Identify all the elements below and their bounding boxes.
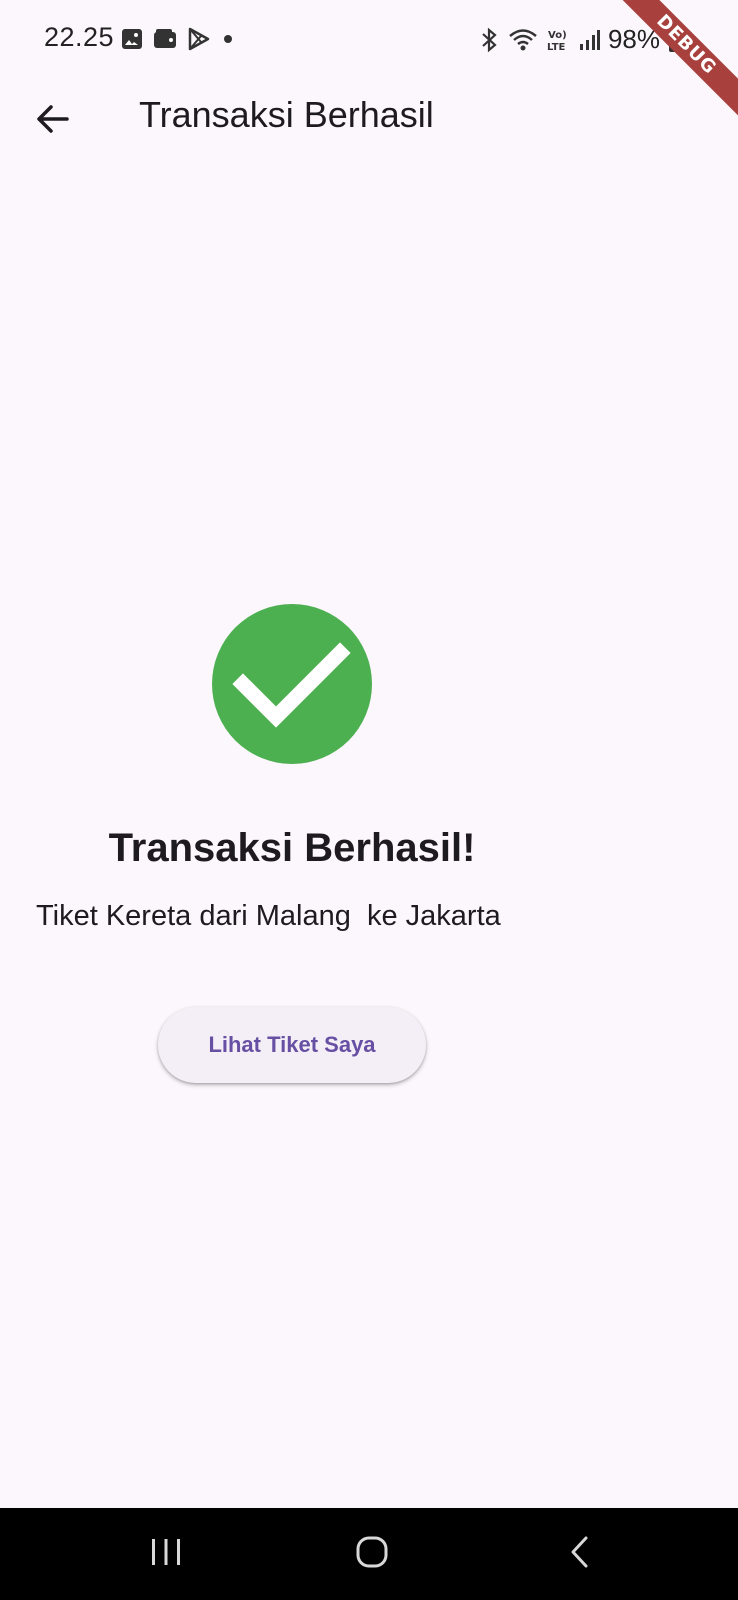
app-bar: Transaksi Berhasil xyxy=(0,80,738,154)
status-left-icons xyxy=(120,26,236,52)
arrow-back-icon xyxy=(35,101,71,142)
recents-button[interactable] xyxy=(106,1508,226,1600)
volte-icon: Vo) LTE xyxy=(546,27,570,53)
home-icon xyxy=(355,1535,389,1574)
wallet-icon xyxy=(152,27,178,51)
svg-text:LTE: LTE xyxy=(547,42,566,53)
back-icon xyxy=(568,1535,592,1574)
recents-icon xyxy=(149,1537,183,1572)
system-back-button[interactable] xyxy=(520,1508,640,1600)
home-button[interactable] xyxy=(312,1508,432,1600)
signal-icon xyxy=(578,28,600,52)
success-title: Transaksi Berhasil! xyxy=(108,826,476,870)
screen: 22.25 Vo) LTE 98% DEBUG Transaksi Berhas… xyxy=(0,0,738,1600)
check-circle-icon xyxy=(212,604,372,764)
page-title: Transaksi Berhasil xyxy=(139,94,434,135)
navigation-bar xyxy=(0,1508,738,1600)
view-ticket-button-label: Lihat Tiket Saya xyxy=(208,1032,376,1057)
gallery-icon xyxy=(120,27,144,51)
play-store-icon xyxy=(186,26,212,52)
wifi-icon xyxy=(508,27,538,53)
bluetooth-icon xyxy=(478,27,500,53)
dot-icon xyxy=(220,27,236,51)
svg-text:Vo): Vo) xyxy=(548,30,567,41)
status-bar: 22.25 Vo) LTE 98% xyxy=(0,0,738,80)
success-subtitle: Tiket Kereta dari Malang ke Jakarta xyxy=(36,900,501,932)
back-button[interactable] xyxy=(20,88,86,154)
status-time: 22.25 xyxy=(44,22,115,52)
view-ticket-button[interactable]: Lihat Tiket Saya xyxy=(158,1007,426,1083)
